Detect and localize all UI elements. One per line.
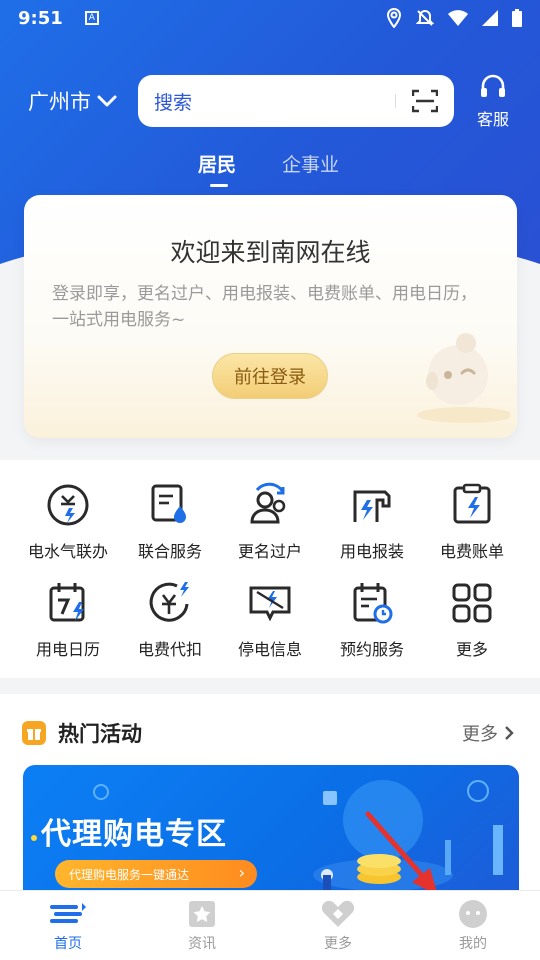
service-item-auto-debit[interactable]: 电费代扣	[120, 580, 220, 670]
city-selector[interactable]: 广州市	[28, 86, 117, 116]
activities-more-link[interactable]: 更多	[462, 720, 514, 746]
mascot-icon	[417, 333, 510, 423]
tab-enterprise[interactable]: 企事业	[282, 150, 339, 177]
mute-icon	[416, 9, 434, 26]
service-label: 电水气联办	[27, 542, 108, 561]
status-time: 9:51	[18, 7, 63, 29]
profile-icon	[459, 900, 487, 928]
service-item-outage[interactable]: 停电信息	[220, 580, 320, 670]
customer-service-button[interactable]: 客服	[470, 74, 516, 130]
nav-label-more: 更多	[324, 936, 352, 952]
gift-icon	[22, 721, 46, 745]
banner-title: 代理购电专区	[31, 809, 227, 853]
news-icon	[189, 901, 215, 927]
signal-icon	[482, 10, 498, 26]
service-item-more[interactable]: 更多	[422, 580, 522, 670]
nav-label-news: 资讯	[188, 936, 216, 952]
wifi-icon	[448, 10, 468, 26]
activities-more-label: 更多	[462, 724, 498, 745]
transfer-icon	[250, 482, 286, 524]
service-label: 预约服务	[339, 640, 404, 659]
joint-service-icon	[151, 484, 186, 523]
service-item-install[interactable]: 用电报装	[322, 482, 422, 572]
service-label: 电费账单	[439, 542, 504, 561]
service-item-utility[interactable]: 电水气联办	[18, 482, 118, 572]
bill-icon	[453, 483, 491, 524]
service-item-transfer[interactable]: 更名过户	[220, 482, 320, 572]
service-item-appointment[interactable]: 预约服务	[322, 580, 422, 670]
customer-service-label: 客服	[476, 110, 509, 129]
utility-link-icon	[47, 484, 89, 526]
status-bar: 9:51 A	[0, 0, 540, 36]
chevron-right-icon	[505, 726, 514, 740]
service-label: 联合服务	[137, 542, 202, 561]
nav-item-mine[interactable]: 我的	[433, 899, 513, 953]
nav-item-more[interactable]: 更多	[298, 899, 378, 953]
service-label: 更多	[455, 640, 488, 659]
auto-debit-icon	[149, 582, 189, 622]
service-label: 用电报装	[339, 542, 404, 561]
notification-icon: A	[84, 11, 99, 25]
nav-item-news[interactable]: 资讯	[162, 899, 242, 953]
user-type-tabs: 居民 企事业	[0, 150, 540, 187]
search-separator	[395, 94, 396, 108]
scan-icon[interactable]	[412, 89, 438, 113]
activity-banner[interactable]: 代理购电专区 代理购电服务一键通达	[23, 765, 519, 890]
activities-title: 热门活动	[58, 722, 142, 746]
battery-icon	[512, 9, 522, 27]
service-label: 停电信息	[237, 640, 302, 659]
nav-item-home[interactable]: 首页	[28, 899, 108, 953]
activities-header: 热门活动	[22, 718, 142, 748]
service-label: 更名过户	[237, 542, 302, 561]
service-label: 电费代扣	[137, 640, 202, 659]
service-item-joint[interactable]: 联合服务	[120, 482, 220, 572]
tab-resident[interactable]: 居民	[198, 150, 236, 187]
calendar-icon	[49, 583, 85, 622]
welcome-card: 欢迎来到南网在线 登录即享，更名过户、用电报装、电费账单、用电日历，一站式用电服…	[24, 195, 517, 438]
activities-section: 热门活动 更多 代理购电专区 代理购电服务一键通达	[0, 694, 540, 890]
location-icon	[386, 8, 402, 28]
appointment-icon	[353, 583, 393, 624]
home-icon	[50, 903, 86, 923]
service-grid: 电水气联办 联合服务 更名过户 用电报装 电费账单 用电日历 电费代扣 停电信息…	[0, 460, 540, 678]
nav-label-home: 首页	[54, 936, 82, 952]
search-input[interactable]: 搜索	[154, 88, 192, 115]
outage-icon	[249, 586, 291, 622]
welcome-title: 欢迎来到南网在线	[170, 238, 371, 267]
grid-icon	[452, 583, 492, 623]
search-bar[interactable]: 搜索	[138, 75, 454, 127]
service-item-bill[interactable]: 电费账单	[422, 482, 522, 572]
install-icon	[353, 490, 391, 522]
more-services-icon	[321, 900, 355, 927]
nav-label-mine: 我的	[459, 936, 487, 952]
headset-icon	[481, 74, 505, 97]
chevron-down-icon	[97, 95, 117, 107]
city-label: 广州市	[28, 90, 91, 114]
service-label: 用电日历	[35, 640, 100, 659]
bottom-nav: 首页 资讯 更多 我的	[0, 890, 540, 960]
banner-button[interactable]: 代理购电服务一键通达	[55, 860, 257, 888]
login-button[interactable]: 前往登录	[212, 353, 328, 399]
section-divider	[0, 678, 540, 694]
service-item-calendar[interactable]: 用电日历	[18, 580, 118, 670]
